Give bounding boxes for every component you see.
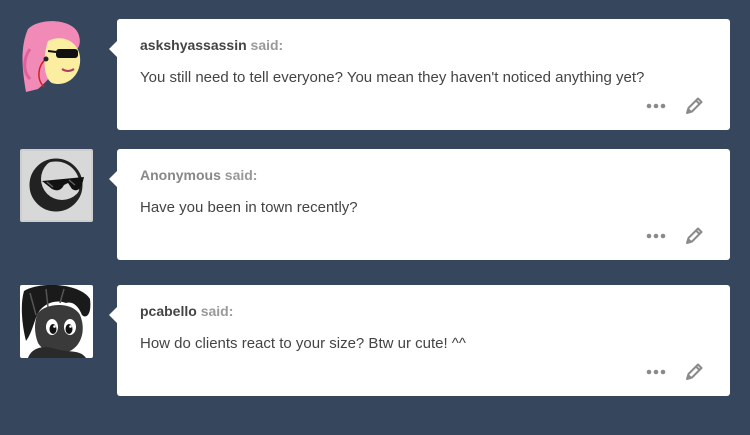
more-options-button[interactable]: [644, 224, 668, 248]
edit-pencil-icon: [686, 227, 703, 244]
more-icon: [646, 369, 666, 375]
edit-button[interactable]: [682, 224, 706, 248]
question-text: How do clients react to your size? Btw u…: [140, 335, 466, 352]
edit-button[interactable]: [682, 360, 706, 384]
ask-card: askshyassassin said: You still need to t…: [109, 19, 730, 130]
question-text: You still need to tell everyone? You mea…: [140, 69, 645, 86]
asker-line: askshyassassin said:: [140, 36, 283, 54]
anonymous-sunglasses-icon: [20, 149, 93, 222]
more-icon: [646, 103, 666, 109]
more-options-button[interactable]: [644, 360, 668, 384]
post-controls: [644, 94, 706, 118]
post-controls: [644, 360, 706, 384]
question-text: Have you been in town recently?: [140, 199, 358, 216]
ask-feed: askshyassassin said: You still need to t…: [0, 0, 750, 435]
asker-name[interactable]: pcabello: [140, 303, 197, 319]
post-controls: [644, 224, 706, 248]
black-pony-avatar[interactable]: [20, 285, 93, 358]
pink-pony-avatar[interactable]: [20, 19, 93, 92]
asker-line: pcabello said:: [140, 302, 233, 320]
anonymous-sunglasses-avatar[interactable]: [20, 149, 93, 222]
asker-name: Anonymous: [140, 167, 221, 183]
ask-card: pcabello said: How do clients react to y…: [109, 285, 730, 396]
more-options-button[interactable]: [644, 94, 668, 118]
edit-button[interactable]: [682, 94, 706, 118]
asker-name[interactable]: askshyassassin: [140, 37, 247, 53]
ask-card: Anonymous said: Have you been in town re…: [109, 149, 730, 260]
said-label: said:: [250, 37, 284, 53]
said-label: said:: [200, 303, 234, 319]
said-label: said:: [224, 167, 258, 183]
edit-pencil-icon: [686, 363, 703, 380]
asker-line: Anonymous said:: [140, 166, 257, 184]
pink-pony-icon: [20, 19, 93, 92]
edit-pencil-icon: [686, 97, 703, 114]
more-icon: [646, 233, 666, 239]
black-pony-icon: [20, 285, 93, 358]
